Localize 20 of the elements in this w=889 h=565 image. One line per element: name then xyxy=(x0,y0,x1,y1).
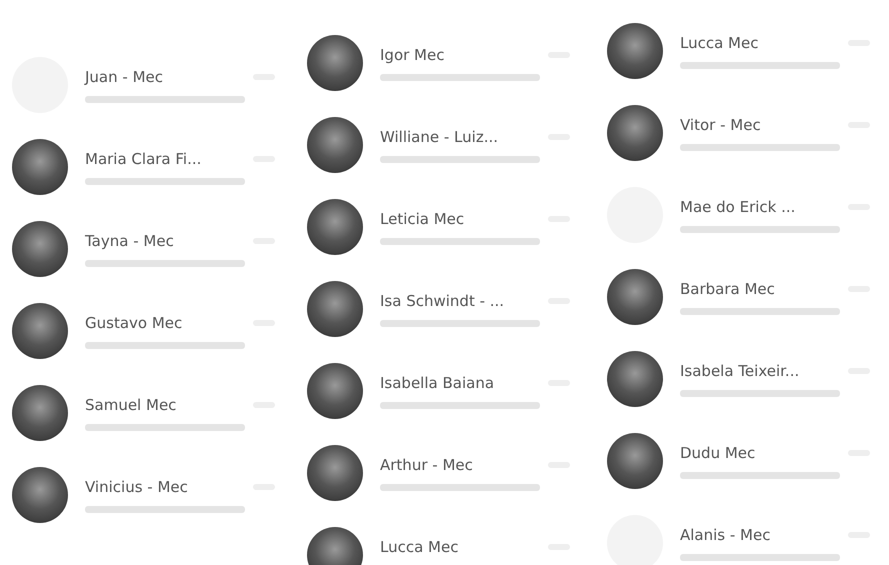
contact-name[interactable]: Vitor - Mec xyxy=(680,116,761,134)
contact-name[interactable]: Igor Mec xyxy=(380,46,444,64)
contact-name[interactable]: Leticia Mec xyxy=(380,210,464,228)
contact-name[interactable]: Isabela Teixeir... xyxy=(680,362,800,380)
contact-name[interactable]: Tayna - Mec xyxy=(85,232,174,250)
contact-name[interactable]: Lucca Mec xyxy=(380,538,458,556)
contact-name[interactable]: Mae do Erick ... xyxy=(680,198,796,216)
contact-name[interactable]: Maria Clara Fi... xyxy=(85,150,202,168)
contact-name[interactable]: Isabella Baiana xyxy=(380,374,494,392)
contact-name[interactable]: Gustavo Mec xyxy=(85,314,182,332)
contact-name[interactable]: Dudu Mec xyxy=(680,444,756,462)
contact-name[interactable]: Barbara Mec xyxy=(680,280,775,298)
contact-name[interactable]: Isa Schwindt - ... xyxy=(380,292,504,310)
contact-name[interactable]: Arthur - Mec xyxy=(380,456,473,474)
contact-name[interactable]: Lucca Mec xyxy=(680,34,758,52)
contact-name[interactable]: Williane - Luiz... xyxy=(380,128,498,146)
contact-name[interactable]: Samuel Mec xyxy=(85,396,176,414)
contact-name[interactable]: Juan - Mec xyxy=(85,68,163,86)
contact-name[interactable]: Alanis - Mec xyxy=(680,526,770,544)
contact-name[interactable]: Vinicius - Mec xyxy=(85,478,188,496)
